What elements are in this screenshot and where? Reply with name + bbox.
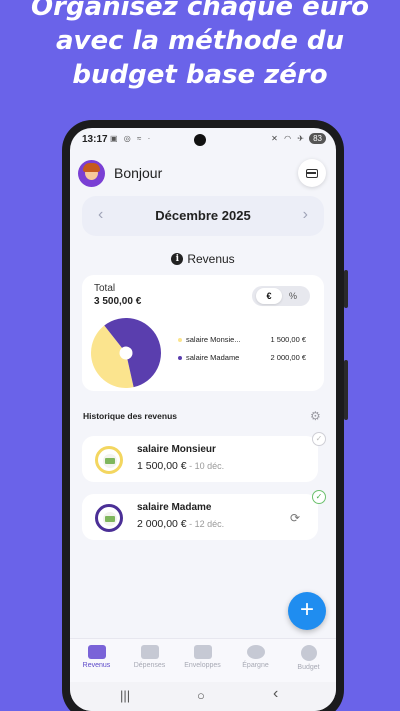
tab-depenses[interactable]: Dépenses <box>123 639 176 683</box>
card-icon <box>140 645 159 659</box>
income-date: - 10 déc. <box>186 461 225 471</box>
system-nav-bar: ||| ○ ‹ <box>70 682 336 711</box>
total-label: Total <box>94 283 116 294</box>
phone-frame: 13:17 ▣ ◎ ≈ · ✕ ◠ ✈ 83 Bonjour ‹ Décembr… <box>62 120 348 711</box>
headline-line-2: avec la méthode du <box>55 26 345 56</box>
legend-name: salaire Monsie... <box>186 335 241 344</box>
income-amount-line: 2 000,00 € - 12 déc. <box>137 518 224 530</box>
tab-epargne[interactable]: Épargne <box>229 639 282 683</box>
money-bill-icon <box>95 504 123 532</box>
total-value: 3 500,00 € <box>94 296 142 307</box>
legend-amount: 2 000,00 € <box>270 353 306 362</box>
section-title-text: Revenus <box>187 252 235 266</box>
toggle-percent[interactable]: % <box>280 288 306 304</box>
tab-label: Dépenses <box>133 662 166 669</box>
toggle-euro[interactable]: € <box>256 288 282 304</box>
legend-item: salaire Madame 2 000,00 € <box>178 353 306 362</box>
power-button <box>344 360 348 420</box>
status-time: 13:17 <box>82 134 108 145</box>
history-title: Historique des revenus <box>83 411 178 421</box>
piggy-bank-icon <box>246 645 265 659</box>
tab-revenus[interactable]: Revenus <box>70 639 123 683</box>
recents-icon[interactable]: ||| <box>120 688 130 703</box>
legend-dot <box>178 337 182 342</box>
income-pie-chart <box>91 318 161 388</box>
envelope-icon <box>193 645 212 659</box>
battery-indicator: 83 <box>309 133 326 144</box>
bottom-tab-bar: Revenus Dépenses Enveloppes Épargne Budg… <box>70 638 336 682</box>
greeting-text: Bonjour <box>114 165 163 181</box>
money-bill-icon <box>95 446 123 474</box>
check-icon[interactable]: ✓ <box>312 490 326 504</box>
avatar-hair <box>83 162 100 172</box>
wallet-button[interactable] <box>298 159 326 187</box>
income-name: salaire Monsieur <box>137 444 216 455</box>
greeting-header: Bonjour <box>78 159 162 187</box>
income-amount-line: 1 500,00 € - 10 déc. <box>137 460 224 472</box>
credit-card-icon <box>306 169 318 178</box>
home-icon[interactable]: ○ <box>197 688 205 703</box>
gear-icon[interactable]: ⚙ <box>310 409 321 423</box>
add-income-button[interactable]: + <box>288 592 326 630</box>
back-icon[interactable]: ‹ <box>273 685 278 703</box>
tab-budget[interactable]: Budget <box>282 639 335 683</box>
tab-label: Épargne <box>242 662 269 669</box>
tab-label: Budget <box>297 664 320 671</box>
volume-button <box>344 270 348 308</box>
pie-chart-icon <box>300 645 317 661</box>
section-title: i Revenus <box>70 252 336 266</box>
income-summary-card: Total 3 500,00 € € % salaire Monsie... 1… <box>82 275 324 391</box>
signal-icons: ✕ ◠ ✈ <box>271 134 306 143</box>
income-date: - 12 déc. <box>186 519 225 529</box>
app-screen: 13:17 ▣ ◎ ≈ · ✕ ◠ ✈ 83 Bonjour ‹ Décembr… <box>70 128 336 711</box>
camera-hole <box>194 134 206 146</box>
legend-amount: 1 500,00 € <box>270 335 306 344</box>
legend-dot <box>178 355 182 360</box>
boy-avatar-icon[interactable] <box>78 159 105 187</box>
legend-item: salaire Monsie... 1 500,00 € <box>178 335 306 344</box>
info-icon[interactable]: i <box>171 253 184 265</box>
legend-name: salaire Madame <box>186 353 240 362</box>
tab-label: Enveloppes <box>184 662 221 669</box>
check-icon[interactable]: ✓ <box>312 432 326 446</box>
notification-icons: ▣ ◎ ≈ · <box>110 134 153 143</box>
headline-line-1: Organisez chaque euro <box>31 0 369 22</box>
income-row[interactable]: salaire Monsieur 1 500,00 € - 10 déc. <box>82 436 318 482</box>
income-amount: 2 000,00 € <box>137 518 187 530</box>
promo-headline: Organisez chaque euro avec la méthode du… <box>0 0 400 92</box>
income-name: salaire Madame <box>137 502 212 513</box>
status-bar: 13:17 ▣ ◎ ≈ · ✕ ◠ ✈ 83 <box>70 128 336 152</box>
month-selector: ‹ Décembre 2025 › <box>82 196 324 236</box>
month-label: Décembre 2025 <box>155 208 251 223</box>
pie-center-hole <box>119 346 133 360</box>
chevron-right-icon[interactable]: › <box>303 206 308 224</box>
tab-label: Revenus <box>82 662 111 669</box>
income-row[interactable]: salaire Madame 2 000,00 € - 12 déc. ⟳ <box>82 494 318 540</box>
unit-toggle: € % <box>252 286 310 306</box>
income-amount: 1 500,00 € <box>137 460 187 472</box>
tab-enveloppes[interactable]: Enveloppes <box>176 639 229 683</box>
recurring-icon[interactable]: ⟳ <box>290 511 300 525</box>
wallet-icon <box>87 645 106 659</box>
headline-line-3: budget base zéro <box>72 60 328 90</box>
